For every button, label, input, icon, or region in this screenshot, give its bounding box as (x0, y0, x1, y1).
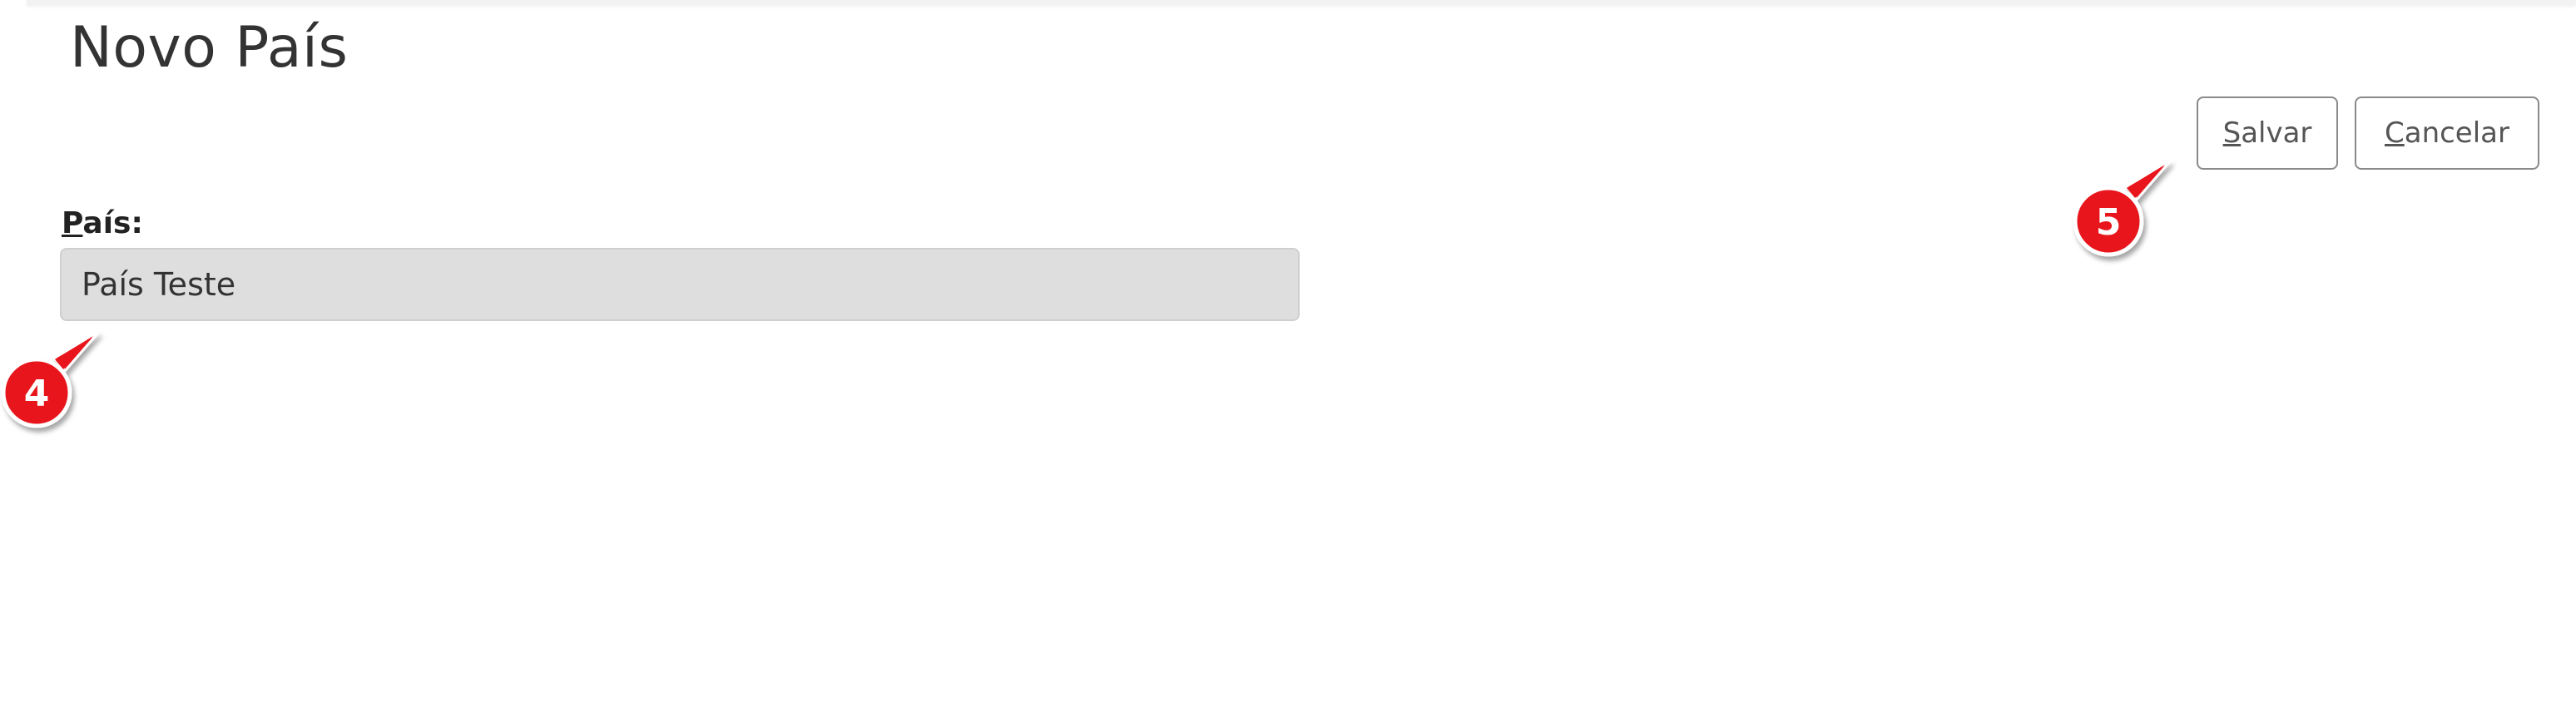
annotation-marker-4: 4 (0, 328, 108, 436)
cancel-button-label: ancelar (2404, 116, 2509, 150)
pais-label-accesskey: P (62, 206, 83, 240)
save-button-accesskey: S (2222, 116, 2242, 150)
annotation-marker-5-number: 5 (2096, 201, 2122, 244)
cancel-button-accesskey: C (2384, 116, 2405, 150)
save-button-label: alvar (2241, 116, 2312, 150)
save-button[interactable]: Salvar (2197, 96, 2338, 170)
cancel-button[interactable]: Cancelar (2355, 96, 2539, 170)
pais-label: País: (62, 206, 143, 240)
annotation-marker-5: 5 (2072, 156, 2180, 265)
page-title: Novo País (70, 15, 349, 81)
annotation-marker-4-number: 4 (24, 373, 50, 415)
top-bar (27, 0, 2576, 5)
pais-input[interactable] (60, 248, 1300, 321)
pais-label-text: aís: (82, 206, 143, 240)
